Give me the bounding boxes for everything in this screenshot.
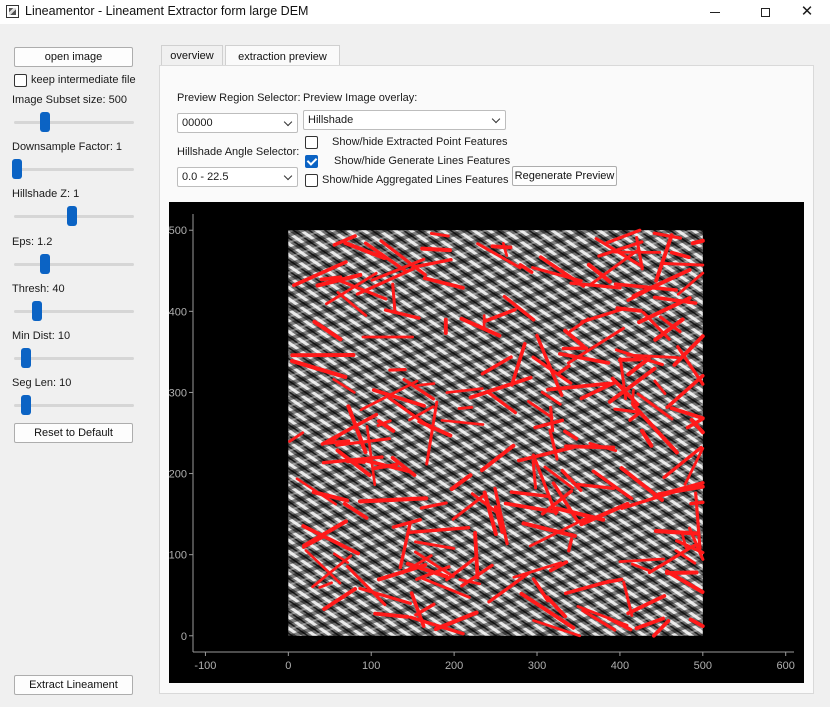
show-lines-label: Show/hide Generate Lines Features	[334, 155, 511, 167]
lineament-line	[659, 261, 705, 267]
show-aggregated-checkbox[interactable]	[305, 174, 318, 187]
slider-track[interactable]	[14, 168, 134, 172]
lineament-line	[473, 530, 480, 580]
overlay-label: Preview Image overlay:	[303, 92, 418, 104]
show-aggregated-label: Show/hide Aggregated Lines Features	[322, 174, 509, 186]
y-tick-label: 200	[169, 469, 187, 481]
x-tick-label: 400	[611, 660, 629, 672]
slider-handle[interactable]	[67, 206, 77, 227]
slider-handle[interactable]	[39, 253, 50, 274]
preview-plot[interactable]: -100 0 100 200 300 400 500 600 0 100 200 300 400 500	[169, 202, 804, 683]
region-selector-dropdown[interactable]: 00000	[177, 113, 298, 133]
window-title: Lineamentor - Lineament Extractor form l…	[25, 4, 309, 18]
show-points-label: Show/hide Extracted Point Features	[332, 136, 508, 148]
slider-handle[interactable]	[20, 395, 31, 416]
chevron-down-icon	[491, 114, 501, 124]
x-tick-label: -100	[194, 660, 216, 672]
slider-label: Downsample Factor: 1	[12, 141, 123, 154]
title-bar: Lineamentor - Lineament Extractor form l…	[0, 0, 830, 24]
slider-track[interactable]	[14, 404, 134, 408]
slider-track[interactable]	[14, 262, 134, 266]
chevron-down-icon	[283, 171, 293, 181]
maximize-icon	[760, 7, 770, 17]
regenerate-preview-button[interactable]: Regenerate Preview	[512, 166, 617, 186]
lineament-line	[416, 382, 436, 387]
maximize-button[interactable]	[742, 0, 788, 24]
lineament-line	[631, 388, 635, 406]
angle-selector-label: Hillshade Angle Selector:	[177, 146, 300, 158]
x-tick-label: 100	[362, 660, 380, 672]
x-tick-label: 600	[777, 660, 795, 672]
angle-selector-value: 0.0 - 22.5	[182, 171, 229, 183]
chevron-down-icon	[283, 117, 293, 127]
minimize-icon	[710, 11, 720, 13]
show-lines-checkbox[interactable]	[305, 155, 318, 168]
y-tick-label: 100	[169, 550, 187, 562]
lineament-line	[549, 405, 555, 433]
slider-track[interactable]	[14, 357, 134, 360]
slider-handle[interactable]	[20, 348, 31, 368]
close-icon: ✕	[800, 3, 814, 20]
y-tick-label: 500	[169, 225, 187, 237]
slider-label: Image Subset size: 500	[12, 94, 127, 106]
overlay-dropdown[interactable]: Hillshade	[303, 110, 506, 130]
slider-label: Hillshade Z: 1	[12, 188, 80, 201]
slider-track[interactable]	[14, 121, 134, 124]
lineament-line	[319, 275, 343, 282]
lineament-line	[420, 246, 453, 253]
region-selector-value: 00000	[182, 117, 213, 129]
slider-label: Seg Len: 10	[12, 377, 72, 390]
lineament-line	[617, 357, 642, 362]
lineament-line	[345, 459, 366, 464]
app-icon	[6, 5, 19, 18]
x-tick-label: 200	[445, 660, 463, 672]
tab-extraction-preview[interactable]: extraction preview	[225, 45, 340, 67]
minimize-button[interactable]	[692, 0, 738, 24]
open-image-button[interactable]: open image	[14, 47, 133, 67]
y-tick-label: 400	[169, 306, 187, 318]
slider-label: Min Dist: 10	[12, 330, 71, 342]
y-tick-label: 300	[169, 387, 187, 399]
x-tick-label: 300	[528, 660, 546, 672]
reset-default-button[interactable]: Reset to Default	[14, 423, 133, 443]
preview-plot-canvas: -100 0 100 200 300 400 500 600 0 100 200 300 400 500	[169, 214, 795, 672]
lineament-line	[690, 238, 705, 246]
tab-overview[interactable]: overview	[161, 45, 223, 66]
region-selector-label: Preview Region Selector:	[177, 92, 301, 104]
y-tick-label: 0	[181, 631, 187, 643]
extract-lineament-button[interactable]: Extract Lineament	[14, 675, 133, 695]
lineament-line	[490, 244, 513, 250]
slider-handle[interactable]	[31, 300, 42, 321]
slider-handle[interactable]	[12, 159, 22, 180]
slider-handle[interactable]	[39, 112, 50, 132]
slider-label: Thresh: 40	[12, 282, 65, 295]
show-points-checkbox[interactable]	[305, 136, 318, 149]
x-tick-label: 500	[694, 660, 712, 672]
x-tick-label: 0	[285, 660, 291, 672]
slider-label: Eps: 1.2	[12, 235, 53, 248]
angle-selector-dropdown[interactable]: 0.0 - 22.5	[177, 167, 298, 187]
keep-intermediate-checkbox[interactable]	[14, 74, 27, 87]
close-button[interactable]: ✕	[784, 0, 830, 24]
lineament-line	[457, 405, 474, 410]
keep-intermediate-label: keep intermediate file	[31, 74, 136, 86]
overlay-value: Hillshade	[308, 114, 354, 126]
